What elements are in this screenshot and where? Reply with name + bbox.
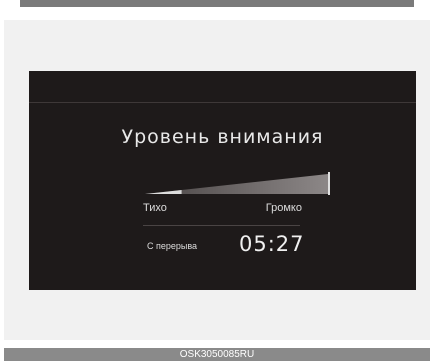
attention-level-gauge bbox=[145, 172, 330, 195]
top-bar bbox=[20, 0, 414, 7]
cluster-display: Уровень внимания Тихо Громко С перерыва … bbox=[29, 71, 416, 290]
gauge-track bbox=[145, 174, 328, 194]
image-code-caption: OSK3050085RU bbox=[4, 348, 430, 361]
display-top-divider bbox=[29, 102, 416, 103]
gauge-min-label: Тихо bbox=[143, 202, 167, 214]
break-time: 05:27 bbox=[239, 232, 305, 256]
break-label: С перерыва bbox=[147, 241, 198, 251]
gauge-end-marker bbox=[328, 172, 330, 195]
attention-level-title: Уровень внимания bbox=[121, 126, 324, 148]
gauge-fill bbox=[145, 190, 182, 194]
gauge-max-label: Громко bbox=[265, 202, 302, 214]
break-divider bbox=[143, 225, 300, 226]
